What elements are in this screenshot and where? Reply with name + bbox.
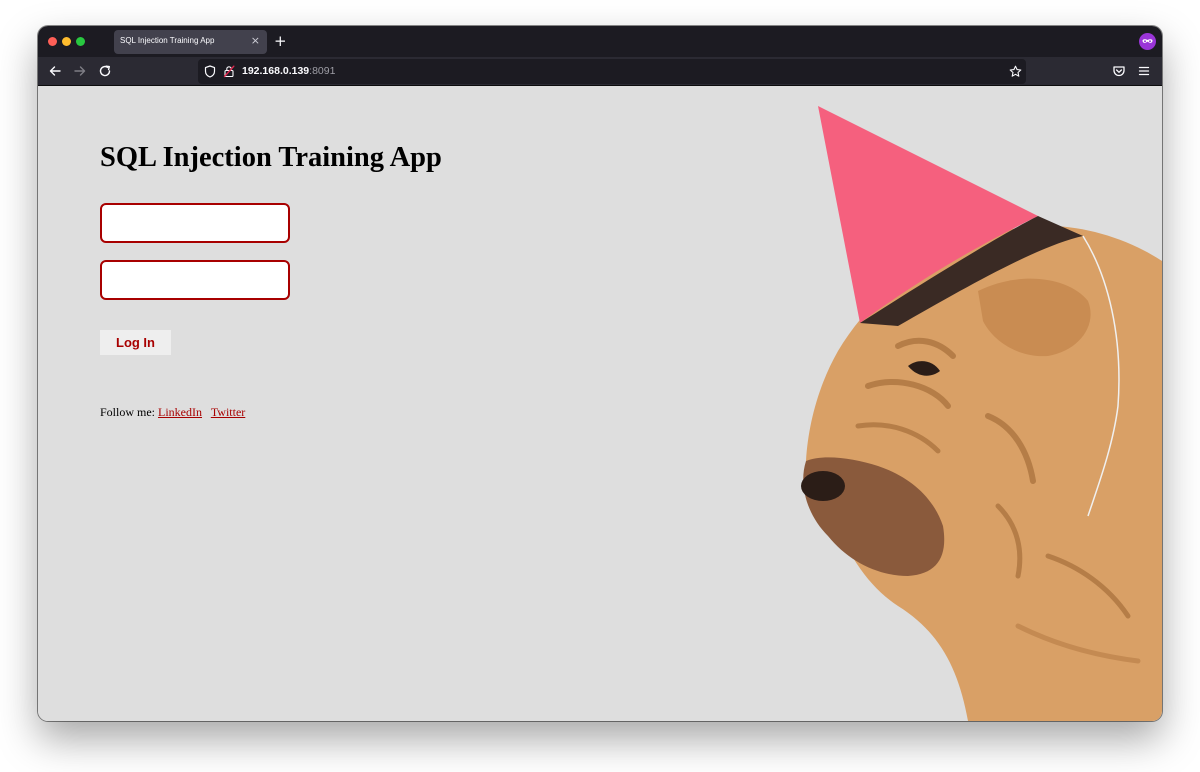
shield-icon[interactable] bbox=[204, 65, 216, 78]
tab-title: SQL Injection Training App bbox=[120, 36, 215, 45]
address-bar[interactable]: 192.168.0.139:8091 bbox=[198, 59, 1026, 84]
maximize-window-button[interactable] bbox=[76, 37, 85, 46]
social-links: Follow me: LinkedIn Twitter bbox=[100, 405, 245, 420]
new-tab-button[interactable]: + bbox=[274, 32, 287, 50]
navigation-toolbar: 192.168.0.139:8091 bbox=[38, 57, 1162, 86]
linkedin-link[interactable]: LinkedIn bbox=[158, 405, 202, 419]
back-arrow-icon[interactable] bbox=[48, 64, 62, 78]
url-port: :8091 bbox=[309, 65, 336, 77]
browser-window: SQL Injection Training App × + 192.168.0… bbox=[38, 26, 1162, 721]
pocket-icon[interactable] bbox=[1112, 64, 1126, 78]
menu-icon[interactable] bbox=[1137, 64, 1151, 78]
bookmark-star-icon[interactable] bbox=[1009, 65, 1022, 78]
private-browsing-icon[interactable] bbox=[1139, 33, 1156, 50]
url-host: 192.168.0.139 bbox=[242, 65, 310, 77]
close-tab-icon[interactable]: × bbox=[251, 34, 260, 48]
insecure-lock-icon[interactable] bbox=[223, 65, 235, 78]
login-button[interactable]: Log In bbox=[100, 330, 171, 355]
close-window-button[interactable] bbox=[48, 37, 57, 46]
tab-sql-injection[interactable]: SQL Injection Training App × bbox=[114, 30, 267, 54]
username-input[interactable] bbox=[100, 203, 290, 243]
page-title: SQL Injection Training App bbox=[100, 142, 442, 173]
page-content: SQL Injection Training App Log In Follow… bbox=[38, 86, 1162, 721]
forward-arrow-icon[interactable] bbox=[73, 64, 87, 78]
minimize-window-button[interactable] bbox=[62, 37, 71, 46]
dog-party-hat-illustration bbox=[801, 106, 1162, 721]
reload-icon[interactable] bbox=[98, 64, 112, 78]
twitter-link[interactable]: Twitter bbox=[211, 405, 245, 419]
password-input[interactable] bbox=[100, 260, 290, 300]
url-text[interactable]: 192.168.0.139:8091 bbox=[242, 65, 335, 77]
tab-strip: SQL Injection Training App × + bbox=[38, 26, 1162, 57]
follow-label: Follow me: bbox=[100, 405, 156, 419]
